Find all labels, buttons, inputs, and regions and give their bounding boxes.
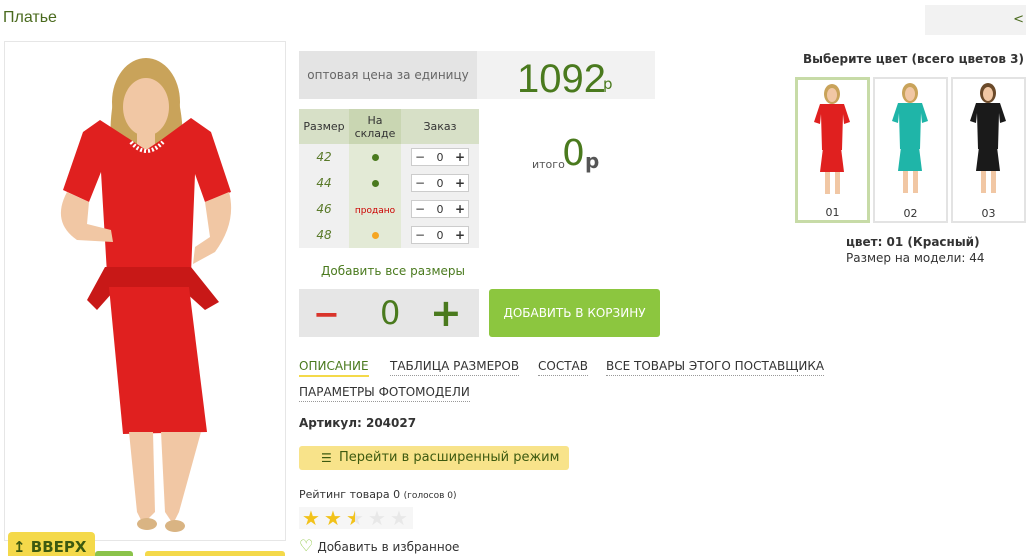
prev-product-button[interactable]: <: [925, 5, 1026, 35]
decrement-button[interactable]: −: [415, 150, 425, 164]
quantity-increment-button[interactable]: +: [430, 291, 462, 335]
order-cell: −0 +: [401, 222, 479, 248]
color-swatch-02[interactable]: 02: [873, 77, 948, 223]
star-icon[interactable]: ★: [366, 507, 388, 529]
color-swatch-image: [814, 84, 850, 194]
add-all-sizes-link[interactable]: Добавить все размеры: [321, 264, 465, 278]
in-stock-dot-icon: [371, 153, 379, 161]
low-stock-dot-icon: [371, 231, 379, 239]
extended-mode-label: Перейти в расширенный режим: [339, 450, 560, 465]
color-swatch-number: 03: [981, 207, 996, 220]
list-icon: ☰: [321, 451, 332, 465]
increment-button[interactable]: +: [455, 228, 465, 242]
total-currency: р: [585, 149, 600, 173]
quantity-decrement-button[interactable]: −: [313, 295, 340, 333]
scroll-up-button[interactable]: ↥ ВВЕРХ: [8, 532, 95, 556]
rating-stars[interactable]: ★ ★ ★ ★ ★: [299, 507, 413, 529]
tab-model-parameters[interactable]: ПАРАМЕТРЫ ФОТОМОДЕЛИ: [299, 385, 470, 402]
order-value[interactable]: 0: [437, 203, 444, 216]
size-value: 42: [299, 144, 349, 170]
tab-composition[interactable]: СОСТАВ: [538, 359, 588, 376]
scroll-up-label: ВВЕРХ: [30, 538, 87, 556]
order-cell: −0 +: [401, 144, 479, 170]
color-swatch-01[interactable]: 01: [795, 77, 870, 223]
size-row: 44 −0 +: [299, 170, 479, 196]
size-value: 48: [299, 222, 349, 248]
extended-mode-button[interactable]: ☰ Перейти в расширенный режим: [299, 446, 569, 470]
size-row: 46 продано −0 +: [299, 196, 479, 222]
size-column-header: Размер: [299, 109, 349, 144]
order-value[interactable]: 0: [437, 177, 444, 190]
decrement-button[interactable]: −: [415, 176, 425, 190]
article-number: Артикул: 204027: [299, 416, 417, 430]
color-swatch-number: 02: [903, 207, 918, 220]
order-column-header: Заказ: [401, 109, 479, 144]
add-to-cart-button[interactable]: ДОБАВИТЬ В КОРЗИНУ: [489, 289, 660, 337]
stock-status: [349, 222, 401, 248]
price-value: 1092: [517, 57, 606, 101]
bottom-tab-yellow[interactable]: [145, 551, 285, 556]
star-icon[interactable]: ★: [344, 507, 366, 529]
star-icon[interactable]: ★: [322, 507, 344, 529]
bottom-tab-green[interactable]: [95, 551, 133, 556]
size-row: 48 −0 +: [299, 222, 479, 248]
stock-status: [349, 170, 401, 196]
increment-button[interactable]: +: [455, 202, 465, 216]
color-swatch-03[interactable]: 03: [951, 77, 1026, 223]
quantity-value[interactable]: 0: [380, 294, 400, 332]
size-value: 44: [299, 170, 349, 196]
rating-text: Рейтинг товара 0 (голосов 0): [299, 488, 457, 501]
product-photo[interactable]: [4, 41, 286, 541]
add-to-favorites-link[interactable]: ♡ Добавить в избранное: [299, 536, 459, 555]
size-table: Размер На складе Заказ 42 −0 + 44 −0 + 46 …: [299, 109, 479, 248]
decrement-button[interactable]: −: [415, 202, 425, 216]
order-stepper[interactable]: −0 +: [411, 226, 469, 244]
product-page: Платье < ↥ ВВЕРХ оптовая цена за единицу…: [0, 0, 1026, 556]
tab-size-chart[interactable]: ТАБЛИЦА РАЗМЕРОВ: [390, 359, 520, 376]
stock-status: продано: [349, 196, 401, 222]
rating-votes: (голосов 0): [403, 491, 457, 501]
wholesale-price-label: оптовая цена за единицу: [299, 51, 477, 99]
color-swatch-image: [970, 83, 1006, 193]
increment-button[interactable]: +: [455, 150, 465, 164]
order-stepper[interactable]: −0 +: [411, 174, 469, 192]
order-cell: −0 +: [401, 196, 479, 222]
color-swatch-number: 01: [825, 206, 840, 219]
heart-icon: ♡: [299, 536, 314, 555]
total-label: итого: [532, 158, 565, 171]
add-to-favorites-label: Добавить в избранное: [317, 540, 460, 554]
increment-button[interactable]: +: [455, 176, 465, 190]
color-swatch-image: [892, 83, 928, 193]
order-value[interactable]: 0: [437, 151, 444, 164]
quantity-stepper: − 0 +: [299, 289, 479, 337]
star-icon[interactable]: ★: [300, 507, 322, 529]
tab-supplier-products[interactable]: ВСЕ ТОВАРЫ ЭТОГО ПОСТАВЩИКА: [606, 359, 825, 376]
model-size: Размер на модели: 44: [846, 251, 985, 265]
decrement-button[interactable]: −: [415, 228, 425, 242]
chevron-left-icon: <: [1013, 12, 1024, 27]
order-value[interactable]: 0: [437, 229, 444, 242]
price-currency: р: [603, 75, 613, 93]
rating-label: Рейтинг товара 0: [299, 488, 401, 501]
size-value: 46: [299, 196, 349, 222]
price-box: 1092 р: [477, 51, 655, 101]
order-stepper[interactable]: −0 +: [411, 200, 469, 218]
size-row: 42 −0 +: [299, 144, 479, 170]
page-title: Платье: [3, 9, 57, 26]
color-picker-title: Выберите цвет (всего цветов 3): [803, 52, 1024, 66]
selected-color-name: цвет: 01 (Красный): [846, 235, 980, 249]
star-icon[interactable]: ★: [388, 507, 410, 529]
stock-status: [349, 144, 401, 170]
sold-out-label: продано: [354, 205, 396, 216]
order-stepper[interactable]: −0 +: [411, 148, 469, 166]
total-value: 0: [562, 133, 585, 174]
tab-description[interactable]: ОПИСАНИЕ: [299, 359, 369, 377]
order-cell: −0 +: [401, 170, 479, 196]
stock-column-header: На складе: [349, 109, 401, 144]
in-stock-dot-icon: [371, 179, 379, 187]
